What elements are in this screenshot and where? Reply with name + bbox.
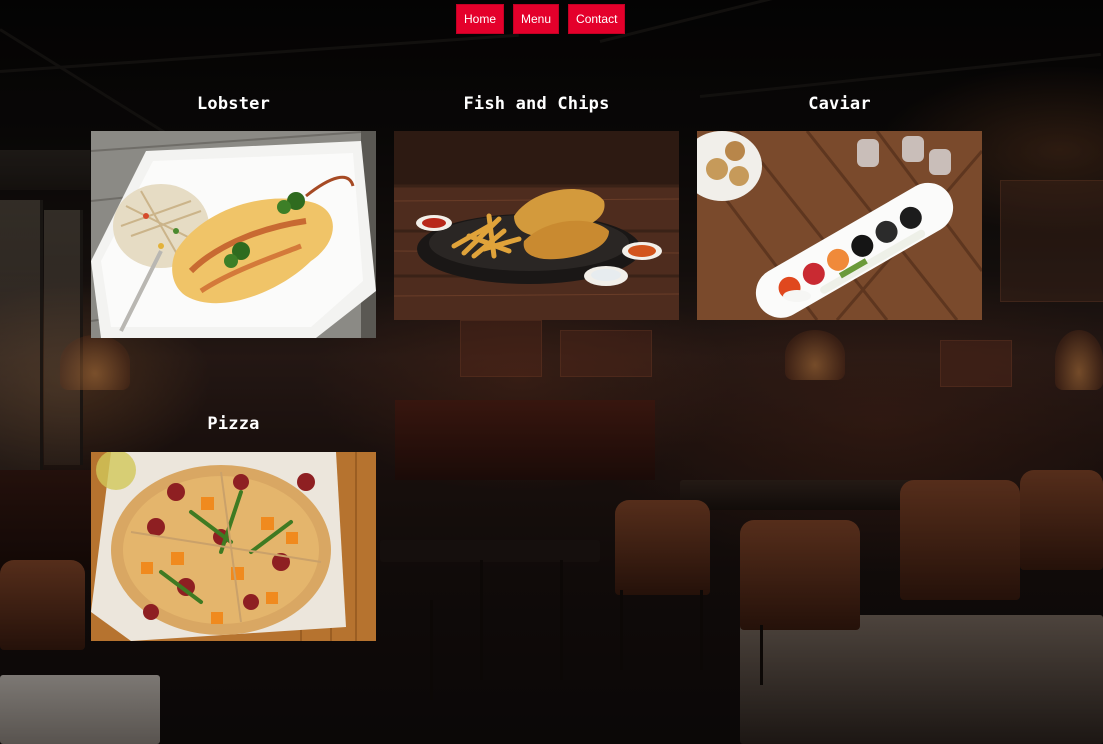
caviar-photo bbox=[697, 131, 982, 320]
menu-card-pizza: Pizza bbox=[91, 414, 376, 641]
menu-card-fish-and-chips: Fish and Chips bbox=[394, 94, 679, 320]
nav-menu-link[interactable]: Menu bbox=[513, 4, 560, 34]
menu-item-title: Caviar bbox=[808, 94, 871, 114]
menu-item-title: Lobster bbox=[196, 94, 271, 114]
nav-contact-link[interactable]: Contact bbox=[568, 4, 626, 34]
menu-item-title: Pizza bbox=[207, 414, 260, 434]
menu-item-title: Fish and Chips bbox=[463, 94, 610, 114]
menu-card-lobster: Lobster bbox=[91, 94, 376, 338]
pizza-photo bbox=[91, 452, 376, 641]
fish-and-chips-photo bbox=[394, 131, 679, 320]
main-nav: Home Menu Contact bbox=[456, 4, 626, 34]
menu-card-caviar: Caviar bbox=[697, 94, 982, 320]
lobster-photo bbox=[91, 131, 376, 338]
nav-home-link[interactable]: Home bbox=[456, 4, 505, 34]
